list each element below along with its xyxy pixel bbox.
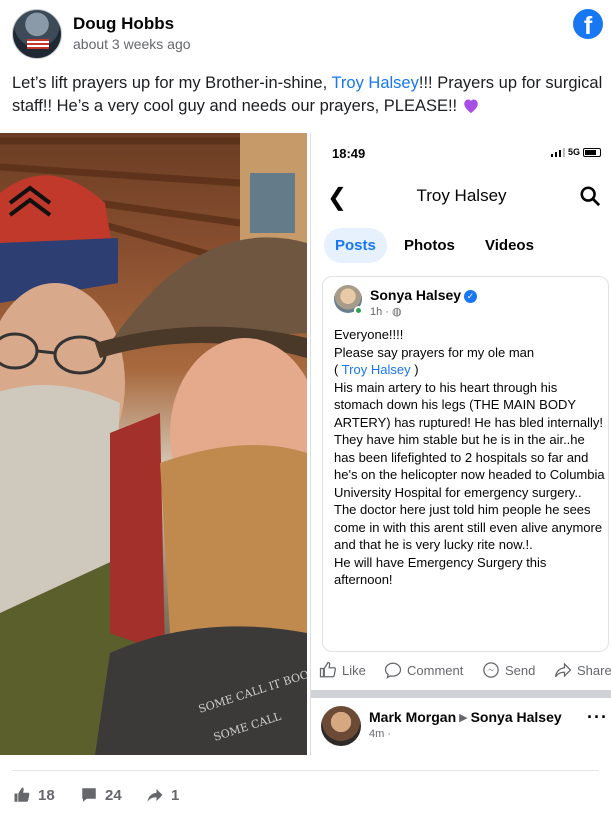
tab-photos[interactable]: Photos xyxy=(404,228,455,263)
sonya-post-body: Everyone!!!! Please say prayers for my o… xyxy=(334,326,606,589)
tab-posts[interactable]: Posts xyxy=(324,228,387,263)
shares-count[interactable]: 1 xyxy=(146,786,179,804)
share-arrow-icon xyxy=(147,789,163,802)
likes-count[interactable]: 18 xyxy=(13,786,55,804)
verified-badge-icon: ✓ xyxy=(464,290,478,303)
comment-action[interactable]: Comment xyxy=(384,661,463,679)
more-options-icon[interactable]: ··· xyxy=(587,707,608,728)
battery-icon xyxy=(583,147,601,157)
send-action[interactable]: Send xyxy=(482,661,535,679)
share-action[interactable]: Share xyxy=(554,661,611,679)
footer-divider xyxy=(12,770,599,771)
network-label: 5G xyxy=(567,147,580,157)
post-paragraph-2: The doctor here just told him people he … xyxy=(334,502,603,552)
share-icon xyxy=(554,662,572,678)
post-photo[interactable]: SOME CALL IT BOOTLEGGIN' SOME CALL xyxy=(0,133,307,755)
sonya-post-time: 1h · ◍ xyxy=(370,306,402,318)
sonya-post-card: Sonya Halsey ✓ 1h · ◍ Everyone!!!! Please… xyxy=(322,276,609,652)
facebook-logo-icon: f xyxy=(573,9,603,39)
post-divider xyxy=(311,690,611,698)
thumbs-up-icon xyxy=(14,787,30,802)
thumbs-up-icon xyxy=(319,661,337,678)
purple-heart-icon xyxy=(463,99,478,113)
online-status-dot xyxy=(354,306,363,315)
post-tag-line: ( Troy Halsey ) xyxy=(334,362,419,377)
comments-count[interactable]: 24 xyxy=(80,786,122,804)
caption-tag-link[interactable]: Troy Halsey xyxy=(331,74,418,92)
post-line-1: Everyone!!!! xyxy=(334,327,404,342)
phone-screenshot[interactable]: 18:49 5G ❮ Troy Halsey Posts Photos Vide… xyxy=(310,133,611,755)
next-post-target[interactable]: Sonya Halsey xyxy=(471,709,562,725)
comment-icon xyxy=(384,662,402,679)
next-post-time: 4m · xyxy=(369,728,391,740)
globe-icon: ◍ xyxy=(392,306,402,318)
post-paragraph-3: He will have Emergency Surgery this afte… xyxy=(334,554,547,588)
comment-icon xyxy=(82,788,96,802)
status-bar-icons: 5G xyxy=(550,147,601,157)
mark-avatar[interactable] xyxy=(321,706,361,746)
author-avatar[interactable] xyxy=(12,9,62,59)
arrow-right-icon: ▶ xyxy=(459,712,468,724)
post-timestamp[interactable]: about 3 weeks ago xyxy=(73,36,191,52)
like-action[interactable]: Like xyxy=(319,661,366,679)
next-post-header: Mark Morgan ▶ Sonya Halsey xyxy=(369,709,562,725)
next-post-author[interactable]: Mark Morgan xyxy=(369,709,456,725)
caption-text-start: Let’s lift prayers up for my Brother-in-… xyxy=(12,74,332,92)
post-paragraph-1: His main artery to his heart through his… xyxy=(334,379,605,500)
post-line-2: Please say prayers for my ole man xyxy=(334,344,535,360)
post-caption: Let’s lift prayers up for my Brother-in-… xyxy=(12,72,604,118)
profile-title: Troy Halsey xyxy=(416,186,507,205)
tag-link-troy[interactable]: Troy Halsey xyxy=(342,362,411,377)
tab-videos[interactable]: Videos xyxy=(485,228,534,263)
author-name[interactable]: Doug Hobbs xyxy=(73,14,174,34)
signal-icon xyxy=(550,147,565,157)
sonya-post-author[interactable]: Sonya Halsey ✓ xyxy=(370,287,478,303)
messenger-icon xyxy=(483,662,499,678)
search-icon[interactable] xyxy=(579,185,601,207)
status-time: 18:49 xyxy=(332,146,366,161)
